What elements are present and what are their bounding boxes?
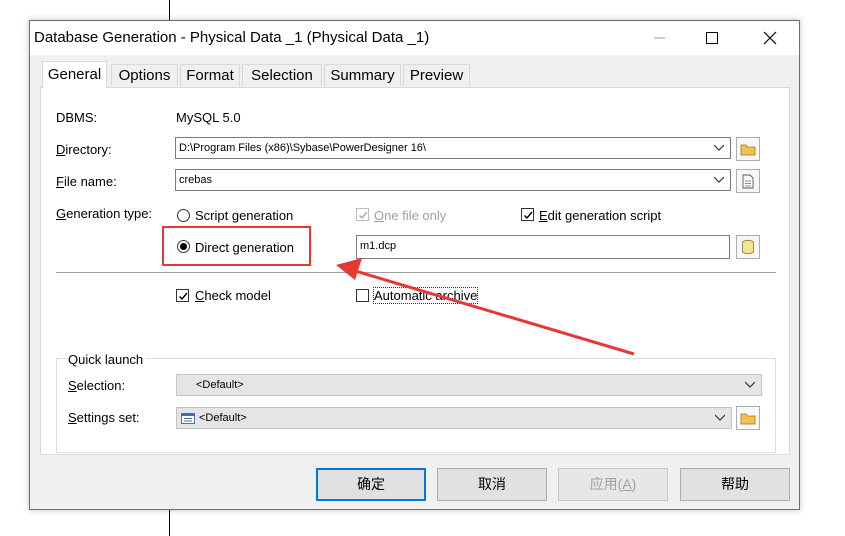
tab-summary[interactable]: Summary [324,64,401,86]
database-icon [742,239,754,255]
directory-combo[interactable]: D:\Program Files (x86)\Sybase\PowerDesig… [175,137,731,159]
check-model-checkbox[interactable] [176,289,189,302]
separator [56,272,776,273]
directory-label: Directory: [56,142,112,157]
quick-launch-group [56,358,776,453]
settings-set-label: Settings set: [68,410,140,425]
folder-icon [740,413,756,425]
general-panel: DBMS: MySQL 5.0 Directory: D:\Program Fi… [40,87,790,455]
chevron-down-icon [714,176,724,183]
generation-type-label: Generation type: [56,206,153,221]
title-bar: Database Generation - Physical Data _1 (… [30,21,799,55]
window-title: Database Generation - Physical Data _1 (… [34,29,430,46]
file-properties-button[interactable] [736,169,760,193]
selection-label: Selection: [68,378,126,393]
minimize-icon [654,37,665,39]
connect-data-source-button[interactable] [736,235,760,259]
data-source-field[interactable]: m1.dcp [356,235,730,259]
chevron-down-icon [745,381,755,388]
ok-button[interactable]: 确定 [316,468,426,501]
tab-preview[interactable]: Preview [403,64,470,86]
checkmark-icon [179,292,188,301]
selection-value: <Default> [196,379,244,391]
tab-selection[interactable]: Selection [242,64,322,86]
database-generation-dialog: Database Generation - Physical Data _1 (… [29,20,800,510]
background-line-bottom [169,510,170,536]
minimize-button[interactable] [637,21,683,55]
document-icon [742,174,754,188]
script-generation-label[interactable]: Script generation [195,208,293,223]
filename-combo[interactable]: crebas [175,169,731,191]
dbms-value: MySQL 5.0 [176,110,241,125]
chevron-down-icon [714,144,724,151]
maximize-icon [706,32,718,44]
filename-value: crebas [179,174,213,186]
directory-value: D:\Program Files (x86)\Sybase\PowerDesig… [179,142,426,154]
checkmark-icon [359,211,368,220]
edit-generation-script-label[interactable]: Edit generation script [539,208,661,223]
check-model-label[interactable]: Check model [195,288,271,303]
dbms-label: DBMS: [56,110,98,125]
data-source-value: m1.dcp [360,240,397,252]
settings-set-combo[interactable]: <Default> [176,407,732,429]
cancel-button[interactable]: 取消 [437,468,547,501]
tab-format[interactable]: Format [180,64,240,86]
selection-combo[interactable]: <Default> [176,374,762,396]
filename-label: File name: [56,174,117,189]
browse-directory-button[interactable] [736,137,760,161]
tab-options[interactable]: Options [111,64,178,86]
quick-launch-label: Quick launch [65,352,147,367]
settings-list-icon [181,413,195,424]
folder-icon [740,144,756,156]
automatic-archive-checkbox[interactable] [356,289,369,302]
close-icon [763,31,777,45]
maximize-button[interactable] [689,21,735,55]
apply-button[interactable]: 应用(A) [558,468,668,501]
automatic-archive-label[interactable]: Automatic archive [372,287,479,304]
close-button[interactable] [747,21,793,55]
one-file-only-checkbox[interactable] [356,208,369,221]
tab-general[interactable]: General [42,61,107,88]
edit-generation-script-checkbox[interactable] [521,208,534,221]
script-generation-radio[interactable] [177,209,190,222]
one-file-only-label: One file only [374,208,447,223]
annotation-highlight-box [162,226,311,266]
browse-settings-button[interactable] [736,406,760,430]
checkmark-icon [524,211,533,220]
background-line-top [169,0,170,20]
help-button[interactable]: 帮助 [680,468,790,501]
chevron-down-icon [715,414,725,421]
